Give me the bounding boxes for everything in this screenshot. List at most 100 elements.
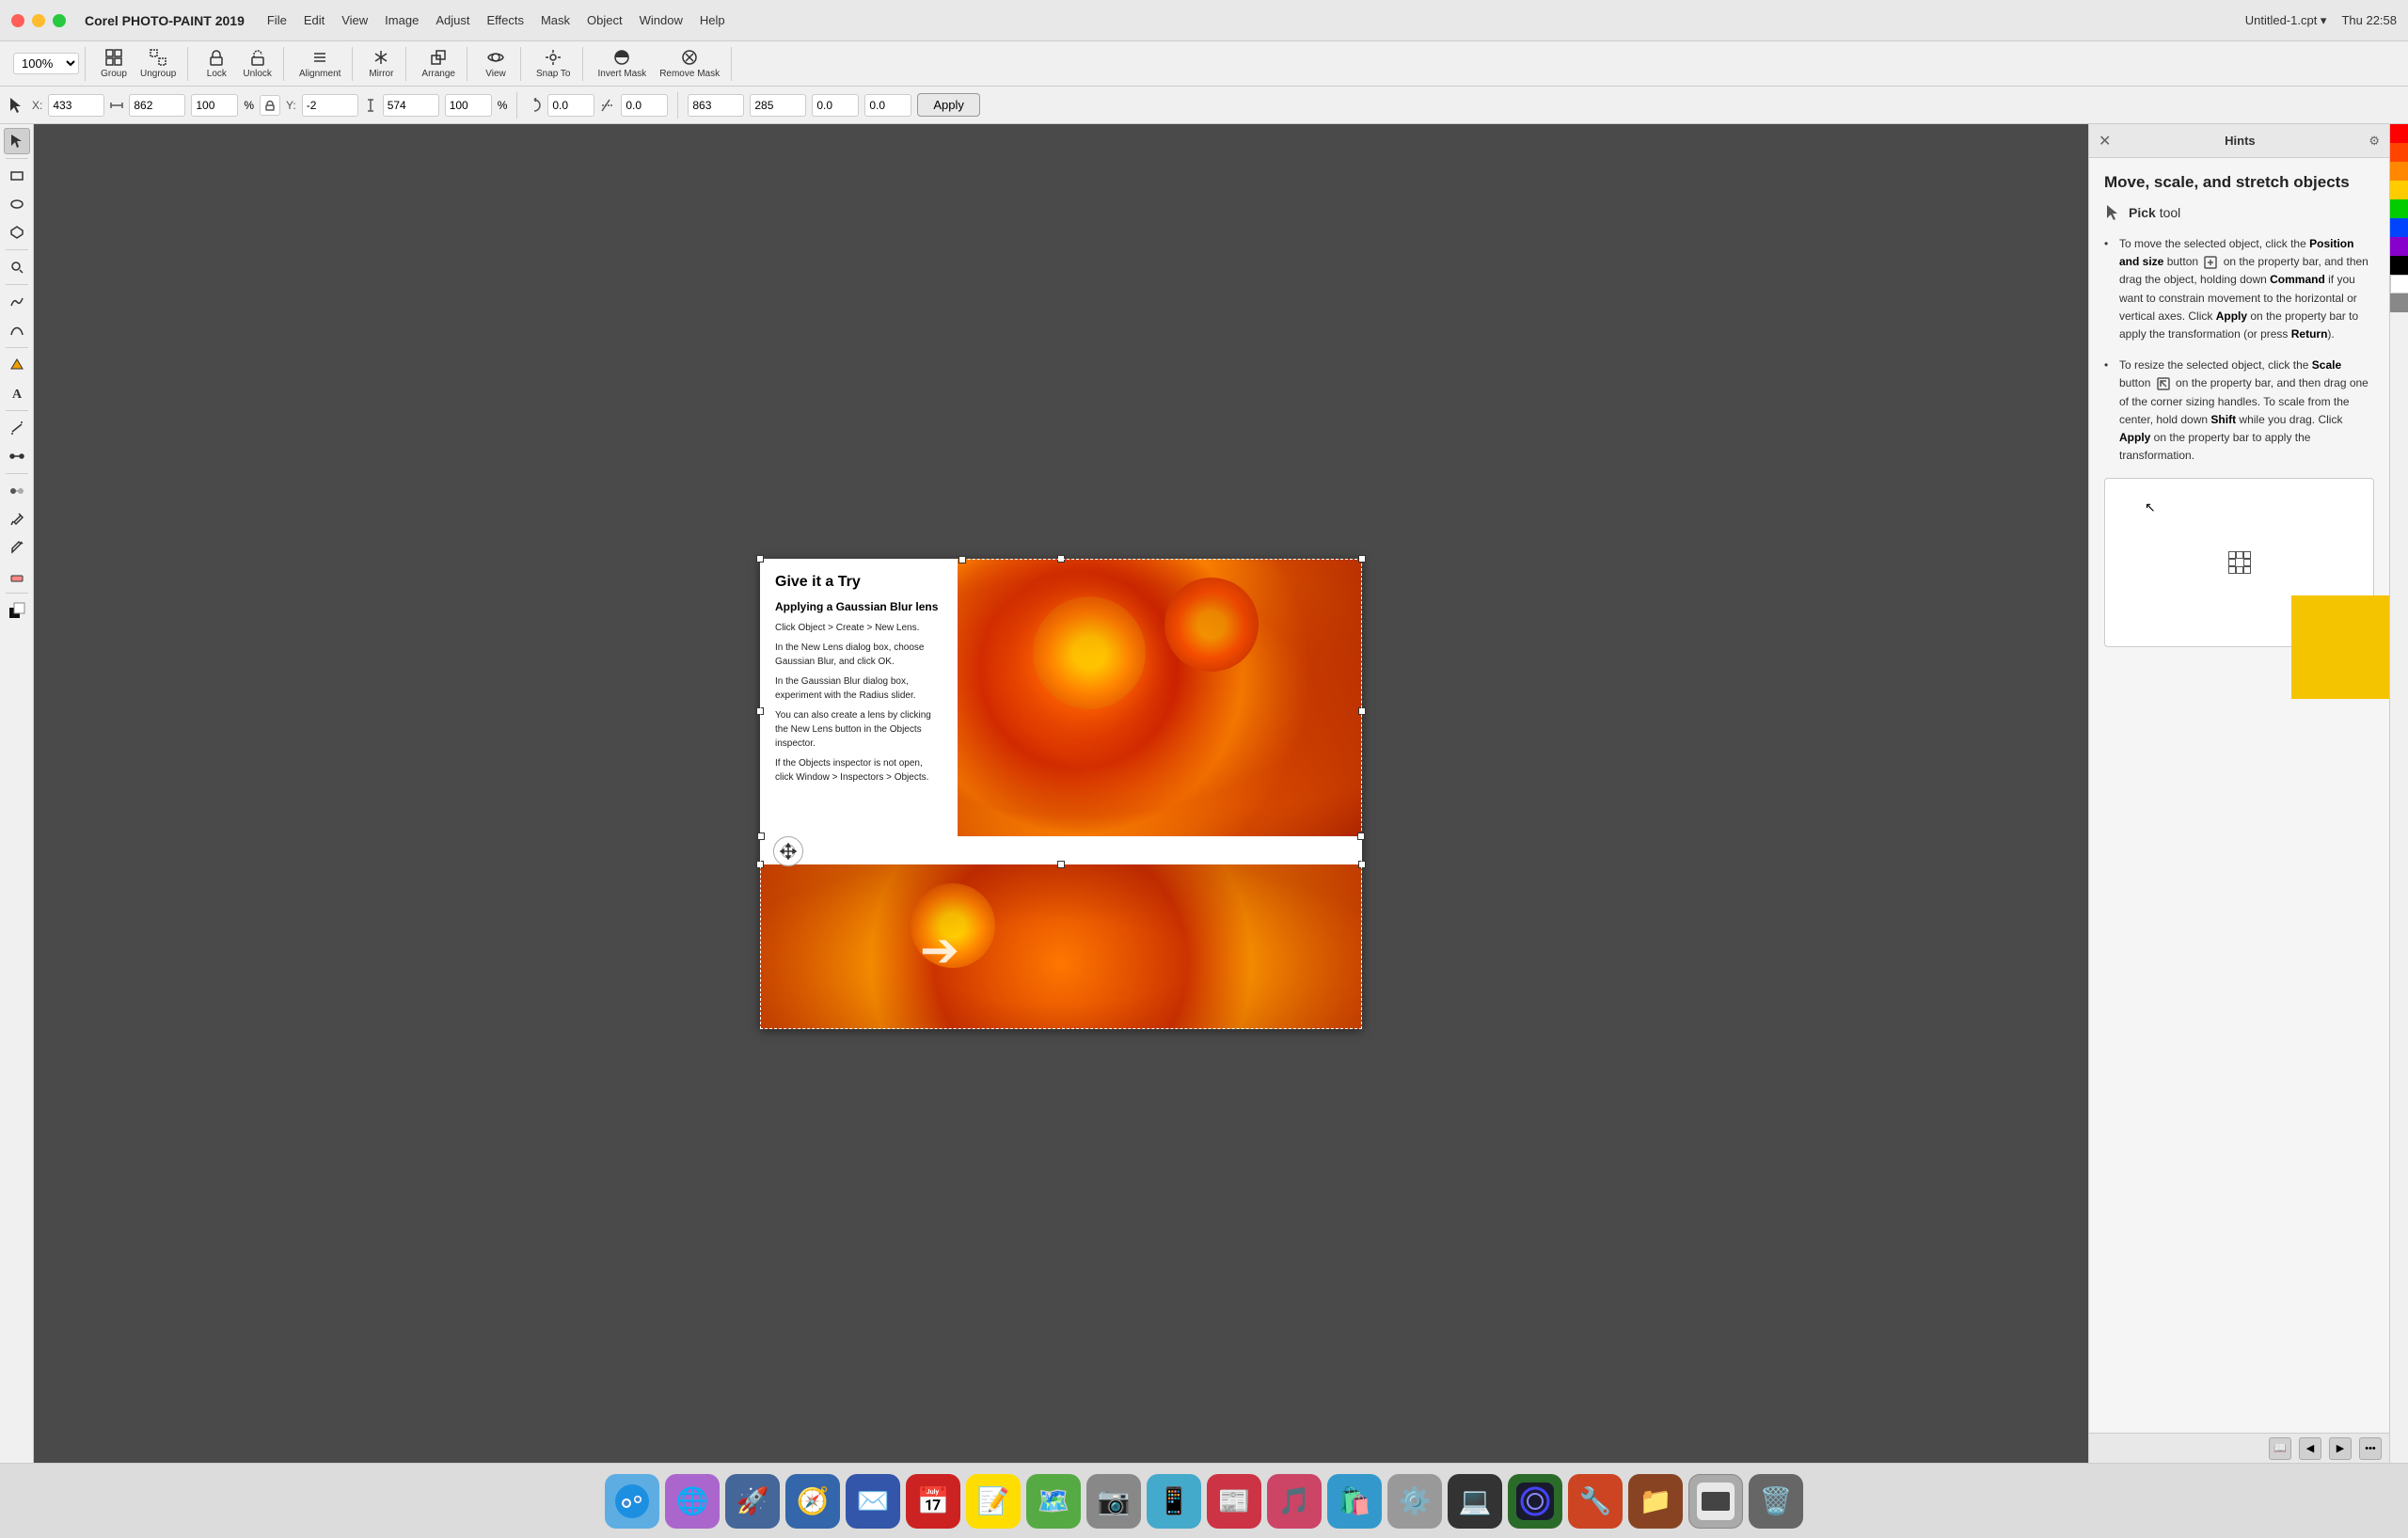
smart-fill-tool[interactable] [4,352,30,378]
snapto-button[interactable]: Snap To [531,44,577,83]
menu-object[interactable]: Object [587,13,623,27]
maximize-button[interactable] [53,14,66,27]
dock-calendar[interactable]: 📅 [906,1474,960,1529]
pos4-input[interactable] [864,94,911,117]
polygon-tool[interactable] [4,219,30,246]
dock-systemprefs[interactable]: ⚙️ [1387,1474,1442,1529]
menu-help[interactable]: Help [700,13,725,27]
zoom-tool[interactable] [4,254,30,280]
menu-edit[interactable]: Edit [304,13,325,27]
color-black[interactable] [2390,256,2408,275]
menu-view[interactable]: View [341,13,368,27]
panel-settings-button[interactable]: ⚙ [2368,134,2380,149]
menu-effects[interactable]: Effects [486,13,524,27]
height-input[interactable] [383,94,439,117]
menu-file[interactable]: File [267,13,287,27]
dock-facetime[interactable]: 📱 [1147,1474,1201,1529]
dock-finder[interactable] [605,1474,659,1529]
parallel-dimension-tool[interactable] [4,415,30,441]
color-foreground[interactable] [4,597,30,624]
panel-header: ✕ Hints ⚙ [2089,124,2389,158]
pos3-input[interactable] [812,94,859,117]
dock-finder2[interactable] [1688,1474,1743,1529]
color-red[interactable] [2390,124,2408,143]
close-button[interactable] [11,14,24,27]
paint-tool[interactable] [4,534,30,561]
color-orange-red[interactable] [2390,143,2408,162]
dock-siri[interactable]: 🌐 [665,1474,720,1529]
width-input[interactable] [129,94,185,117]
main-toolbar: 100% Group Ungroup Lock Unlock Alignment [0,41,2408,87]
dock-maps[interactable]: 🗺️ [1026,1474,1081,1529]
color-purple[interactable] [2390,237,2408,256]
eyedropper-tool[interactable] [4,506,30,532]
menu-image[interactable]: Image [385,13,419,27]
skew-input[interactable] [621,94,668,117]
width-pct-input[interactable] [191,94,238,117]
height-pct-input[interactable] [445,94,492,117]
color-green[interactable] [2390,199,2408,218]
rotation-input[interactable] [547,94,594,117]
minimize-button[interactable] [32,14,45,27]
dock-corel[interactable] [1508,1474,1562,1529]
dock-launchpad[interactable]: 🚀 [725,1474,780,1529]
apply-button[interactable]: Apply [917,93,980,117]
menu-adjust[interactable]: Adjust [436,13,469,27]
color-yellow[interactable] [2390,181,2408,199]
freehand-tool[interactable] [4,289,30,315]
snapto-group: Snap To [525,47,583,81]
dock-appstore[interactable]: 🛍️ [1327,1474,1382,1529]
dock-news[interactable]: 📰 [1207,1474,1261,1529]
dock-photos[interactable]: 📷 [1086,1474,1141,1529]
connector-tool[interactable] [4,443,30,469]
panel-close-button[interactable]: ✕ [2099,132,2111,151]
y-input[interactable] [302,94,358,117]
remove-mask-button[interactable]: Remove Mask [654,44,725,83]
dock-tool1[interactable]: 🔧 [1568,1474,1623,1529]
view-button[interactable]: View [477,44,515,83]
mirror-button[interactable]: Mirror [362,44,400,83]
flower-background [958,559,1362,836]
alignment-button[interactable]: Alignment [293,44,346,83]
scroll-left-button[interactable]: ◀ [2299,1437,2321,1460]
scroll-book-button[interactable]: 📖 [2269,1437,2291,1460]
color-gray[interactable] [2390,293,2408,312]
color-blue[interactable] [2390,218,2408,237]
rectangle-tool[interactable] [4,163,30,189]
dock-trash[interactable]: 🗑️ [1749,1474,1803,1529]
traffic-lights[interactable] [11,14,66,27]
arrange-button[interactable]: Arrange [416,44,461,83]
x-input[interactable] [48,94,104,117]
dock-mail[interactable]: ✉️ [846,1474,900,1529]
tool-separator5 [6,410,28,411]
blend-tool[interactable] [4,478,30,504]
mask-tools: Invert Mask Remove Mask [587,47,733,81]
eraser-tool[interactable] [4,563,30,589]
lock-ratio-button[interactable] [260,95,280,116]
dock-music[interactable]: 🎵 [1267,1474,1322,1529]
unlock-button[interactable]: Unlock [237,44,277,83]
more-button[interactable]: ••• [2359,1437,2382,1460]
svg-text:A: A [12,388,23,401]
dock-files[interactable]: 📁 [1628,1474,1683,1529]
scroll-right-button[interactable]: ▶ [2329,1437,2352,1460]
zoom-select[interactable]: 100% [13,53,79,74]
invert-mask-button[interactable]: Invert Mask [593,44,653,83]
menu-window[interactable]: Window [640,13,683,27]
color-white[interactable] [2390,275,2408,293]
dock-terminal[interactable]: 💻 [1448,1474,1502,1529]
menu-mask[interactable]: Mask [541,13,570,27]
color-orange[interactable] [2390,162,2408,181]
pos2-input[interactable] [750,94,806,117]
bezier-tool[interactable] [4,317,30,343]
ungroup-button[interactable]: Ungroup [135,44,182,83]
group-button[interactable]: Group [95,44,133,83]
lock-button[interactable]: Lock [198,44,235,83]
panel-body: Move, scale, and stretch objects Pick to… [2089,158,2389,1433]
ellipse-tool[interactable] [4,191,30,217]
pos1-input[interactable] [688,94,744,117]
dock-notes[interactable]: 📝 [966,1474,1021,1529]
text-tool[interactable]: A [4,380,30,406]
pick-tool[interactable] [4,128,30,154]
dock-safari[interactable]: 🧭 [785,1474,840,1529]
